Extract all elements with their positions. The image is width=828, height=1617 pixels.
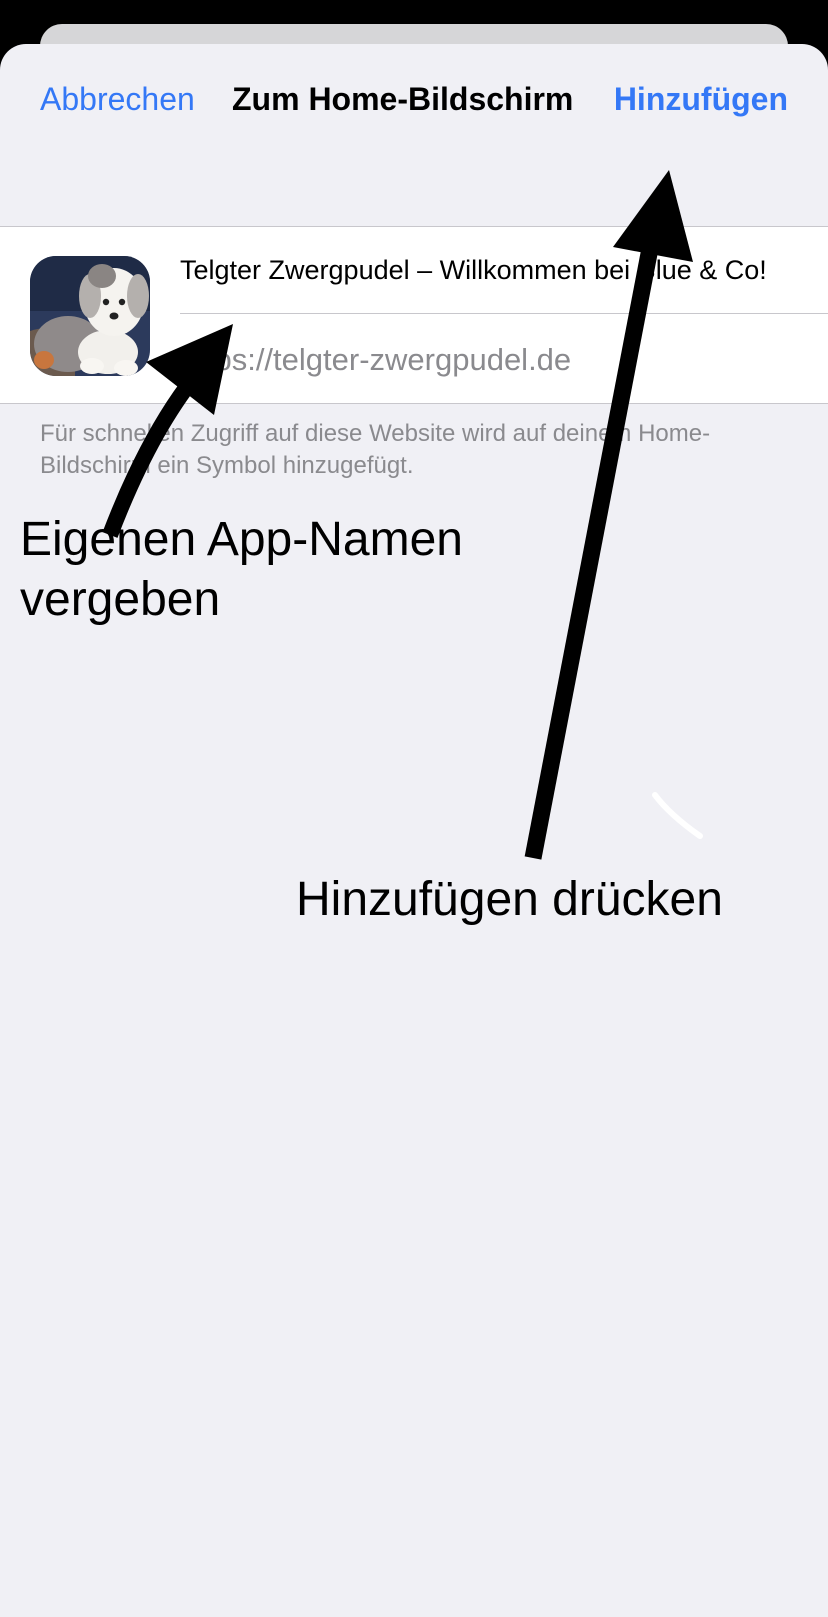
dog-photo-icon	[30, 256, 150, 376]
rename-annotation-line-1: Eigenen App-Namen	[20, 513, 463, 566]
add-button[interactable]: Hinzufügen	[614, 81, 788, 118]
cancel-button[interactable]: Abbrechen	[40, 81, 195, 118]
sheet-title: Zum Home-Bildschirm	[232, 81, 574, 117]
url-label: https://telgter-zwergpudel.de	[180, 342, 572, 377]
bookmark-form: Telgter Zwergpudel – Willkommen bei Blue…	[0, 226, 828, 404]
explanation-text: Für schnellen Zugriff auf diese Website …	[40, 420, 711, 479]
app-name-input[interactable]: Telgter Zwergpudel – Willkommen bei Blue…	[180, 255, 820, 286]
rename-annotation: Eigenen App-Namen vergeben	[20, 510, 463, 630]
rename-annotation-line-2: vergeben	[20, 573, 221, 626]
add-to-home-sheet: Abbrechen Zum Home-Bildschirm Hinzufügen	[0, 44, 828, 1617]
row-divider	[180, 313, 828, 314]
add-annotation: Hinzufügen drücken	[296, 873, 723, 926]
